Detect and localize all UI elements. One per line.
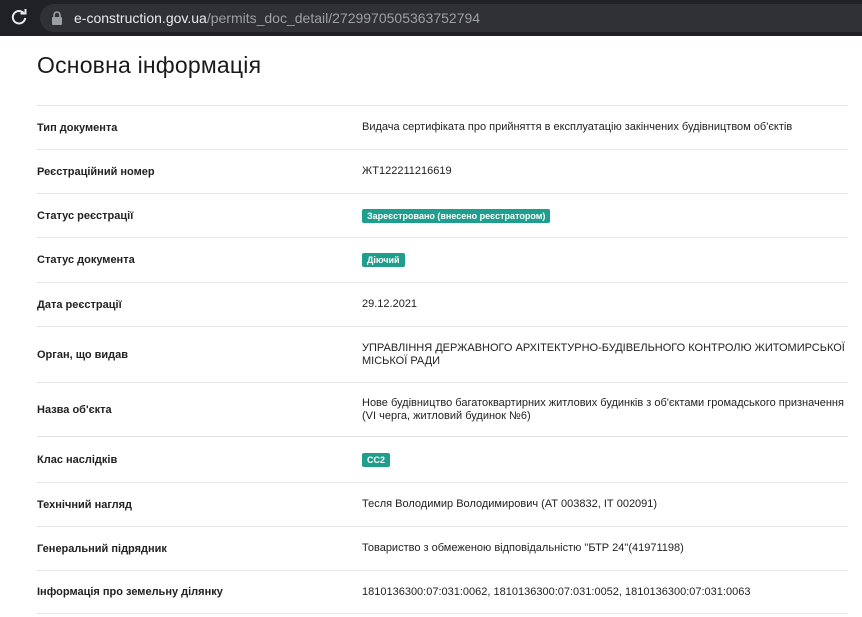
- table-row: Тип документа Видача сертифіката про при…: [37, 105, 848, 149]
- consequence-class-badge: СС2: [362, 452, 391, 467]
- table-row: Генеральний підрядник Товариство з обмеж…: [37, 526, 848, 570]
- row-value: Тесля Володимир Володимирович (АТ 003832…: [362, 498, 658, 510]
- row-label: Назва об'єкта: [37, 403, 112, 416]
- table-row: Реєстраційний номер ЖТ122211216619: [37, 149, 848, 193]
- row-label: Статус реєстрації: [37, 209, 134, 222]
- row-value: Видача сертифіката про прийняття в експл…: [362, 121, 793, 133]
- reload-icon[interactable]: [8, 7, 30, 29]
- row-label: Клас наслідків: [37, 453, 118, 466]
- table-row: Дата реєстрації 29.12.2021: [37, 282, 848, 326]
- table-row: Назва об'єкта Нове будівництво багатоква…: [37, 382, 848, 436]
- row-value: УПРАВЛІННЯ ДЕРЖАВНОГО АРХІТЕКТУРНО-БУДІВ…: [362, 341, 845, 367]
- url-path: /permits_doc_detail/2729970505363752794: [206, 10, 481, 26]
- address-bar[interactable]: e-construction.gov.ua/permits_doc_detail…: [40, 4, 862, 32]
- row-label: Орган, що видав: [37, 348, 129, 361]
- row-value: Нове будівництво багатоквартирних житлов…: [362, 396, 844, 422]
- row-label: Генеральний підрядник: [37, 542, 167, 555]
- row-label: Тип документа: [37, 121, 118, 134]
- row-label: Дата реєстрації: [37, 298, 122, 311]
- table-row: Орган, що видав УПРАВЛІННЯ ДЕРЖАВНОГО АР…: [37, 326, 848, 382]
- row-label: Технічний нагляд: [37, 498, 133, 511]
- row-value: Діючий: [362, 253, 848, 267]
- status-badge: Зареєстровано (внесено реєстратором): [362, 208, 551, 223]
- table-row: Статус документа Діючий: [37, 237, 848, 282]
- table-row: Інформація про земельну ділянку 18101363…: [37, 570, 848, 614]
- browser-toolbar: e-construction.gov.ua/permits_doc_detail…: [0, 0, 862, 36]
- row-label: Статус документа: [37, 254, 135, 266]
- row-value: ЖТ122211216619: [362, 165, 452, 177]
- table-row: Статус реєстрації Зареєстровано (внесено…: [37, 193, 848, 237]
- row-value: Зареєстровано (внесено реєстратором): [362, 208, 848, 223]
- lock-icon: [52, 11, 62, 25]
- table-row: Клас наслідків СС2: [37, 436, 848, 482]
- page-title: Основна інформація: [37, 52, 262, 78]
- url-host: e-construction.gov.ua: [74, 10, 207, 26]
- info-table: Тип документа Видача сертифіката про при…: [37, 105, 848, 614]
- row-value: Товариство з обмеженою відповідальністю …: [362, 542, 684, 554]
- table-row: Технічний нагляд Тесля Володимир Володим…: [37, 482, 848, 526]
- row-value: СС2: [362, 452, 848, 467]
- status-badge: Діючий: [362, 253, 405, 267]
- row-label: Реєстраційний номер: [37, 165, 155, 178]
- row-value: 1810136300:07:031:0062, 1810136300:07:03…: [362, 585, 751, 598]
- url-text: e-construction.gov.ua/permits_doc_detail…: [74, 9, 480, 27]
- row-value: 29.12.2021: [362, 298, 418, 310]
- row-label: Інформація про земельну ділянку: [37, 586, 223, 598]
